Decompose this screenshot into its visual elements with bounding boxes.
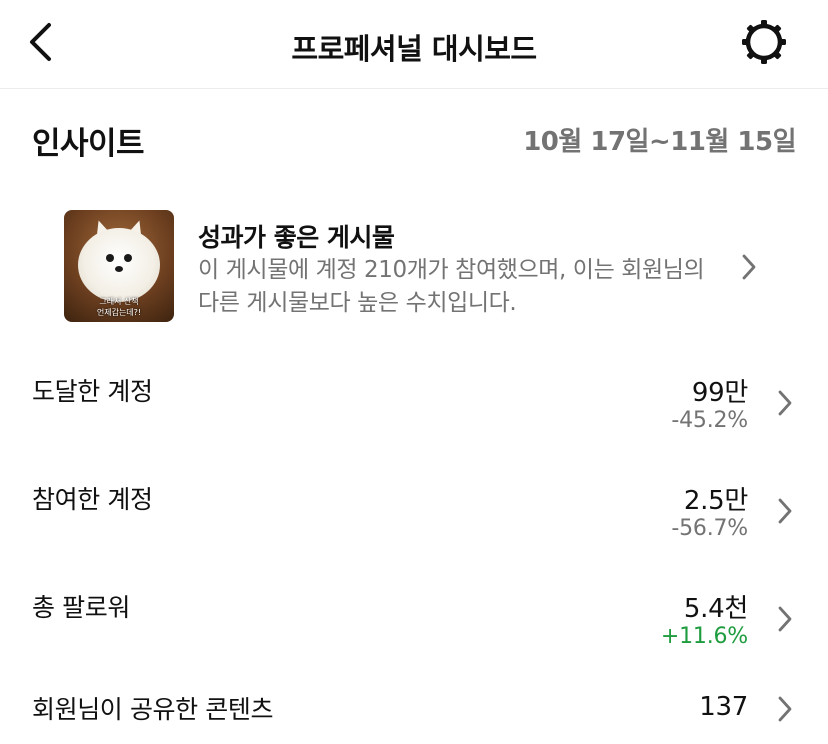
post-thumbnail: 그래서 산책 언제갑는데?! xyxy=(64,210,174,322)
metric-label: 도달한 계정 xyxy=(32,377,153,406)
dog-eye-right xyxy=(124,254,132,262)
top-post-description: 이 게시물에 계정 210개가 참여했으며, 이는 회원님의 다른 게시물보다 … xyxy=(198,257,705,316)
thumbnail-caption: 그래서 산책 언제갑는데?! xyxy=(64,296,174,318)
chevron-right-icon xyxy=(738,250,760,284)
metric-label: 총 팔로워 xyxy=(32,593,130,622)
insights-title: 인사이트 xyxy=(32,126,145,162)
metric-label: 참여한 계정 xyxy=(32,485,153,514)
thumbnail-caption-line1: 그래서 산책 xyxy=(99,297,139,306)
metric-change: -56.7% xyxy=(671,516,748,541)
dog-eye-left xyxy=(106,254,114,262)
metric-value: 5.4천 xyxy=(683,594,748,624)
chevron-right-icon xyxy=(774,494,796,528)
gear-icon xyxy=(740,18,788,70)
page-title: 프로페셔널 대시보드 xyxy=(291,32,537,66)
metric-row-reached-accounts[interactable]: 도달한 계정 99만 -45.2% xyxy=(0,372,828,468)
metric-label: 회원님이 공유한 콘텐츠 xyxy=(32,695,274,724)
metric-row-shared-content[interactable]: 회원님이 공유한 콘텐츠 137 xyxy=(0,690,828,744)
metric-change: +11.6% xyxy=(660,624,748,649)
top-bar: 프로페셔널 대시보드 xyxy=(0,0,828,89)
metric-change: -45.2% xyxy=(671,408,748,433)
metric-value: 137 xyxy=(699,692,748,722)
metric-row-total-followers[interactable]: 총 팔로워 5.4천 +11.6% xyxy=(0,588,828,684)
chevron-right-icon xyxy=(774,386,796,420)
dog-face xyxy=(78,228,160,302)
dog-nose xyxy=(115,266,123,272)
date-range[interactable]: 10월 17일~11월 15일 xyxy=(523,121,796,158)
chevron-right-icon xyxy=(774,602,796,636)
metric-value: 2.5만 xyxy=(683,486,748,516)
top-post-card[interactable]: 그래서 산책 언제갑는데?! 성과가 좋은 게시물 이 게시물에 계정 210개… xyxy=(0,200,828,332)
top-post-title: 성과가 좋은 게시물 xyxy=(198,223,395,252)
metric-value: 99만 xyxy=(691,378,748,408)
settings-button[interactable] xyxy=(738,18,790,70)
thumbnail-caption-line2: 언제갑는데?! xyxy=(96,308,142,317)
chevron-right-icon xyxy=(774,692,796,726)
metric-row-engaged-accounts[interactable]: 참여한 계정 2.5만 -56.7% xyxy=(0,480,828,576)
